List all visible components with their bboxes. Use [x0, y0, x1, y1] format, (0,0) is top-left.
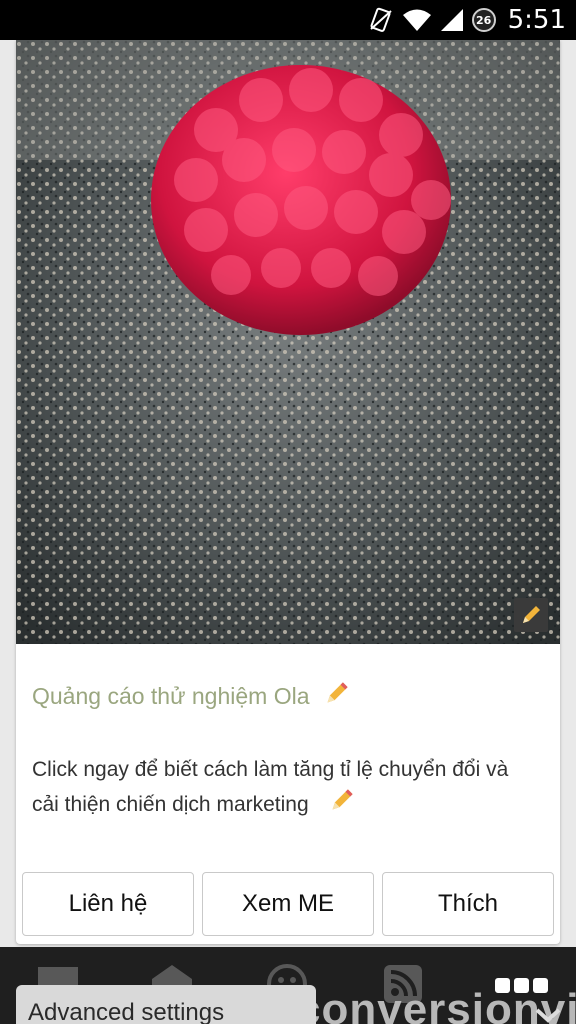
ad-title[interactable]: Quảng cáo thử nghiệm Ola	[32, 680, 350, 712]
pencil-icon[interactable]	[329, 787, 355, 824]
edit-image-button[interactable]	[514, 598, 548, 632]
advanced-settings-label: Advanced settings	[28, 999, 225, 1024]
chevron-down-icon[interactable]	[534, 1007, 562, 1024]
wifi-icon	[402, 8, 432, 32]
pencil-icon[interactable]	[324, 680, 350, 712]
ad-title-text: Quảng cáo thử nghiệm Ola	[32, 682, 310, 709]
like-button[interactable]: Thích	[382, 872, 554, 936]
ad-description-text: Click ngay để biết cách làm tăng tỉ lệ c…	[32, 758, 509, 817]
status-bar: 26 5:51	[0, 0, 576, 40]
battery-icon: 26	[471, 8, 496, 32]
no-sim-icon	[368, 7, 394, 33]
ad-image[interactable]	[16, 40, 560, 644]
raspberry	[151, 65, 451, 335]
status-icons: 26 5:51	[368, 0, 566, 40]
bottom-bar: conversionvi Advanced settings	[0, 947, 576, 1024]
advanced-settings-panel[interactable]: Advanced settings	[16, 985, 316, 1024]
pencil-icon	[520, 604, 542, 626]
view-button[interactable]: Xem ME	[202, 872, 374, 936]
contact-button[interactable]: Liên hệ	[22, 872, 194, 936]
cta-buttons: Liên hệ Xem ME Thích	[22, 872, 554, 938]
signal-icon	[440, 8, 464, 32]
ad-card: Quảng cáo thử nghiệm Ola Click ngay để b…	[16, 40, 560, 944]
ad-description[interactable]: Click ngay để biết cách làm tăng tỉ lệ c…	[32, 752, 532, 824]
clock: 5:51	[507, 5, 566, 35]
